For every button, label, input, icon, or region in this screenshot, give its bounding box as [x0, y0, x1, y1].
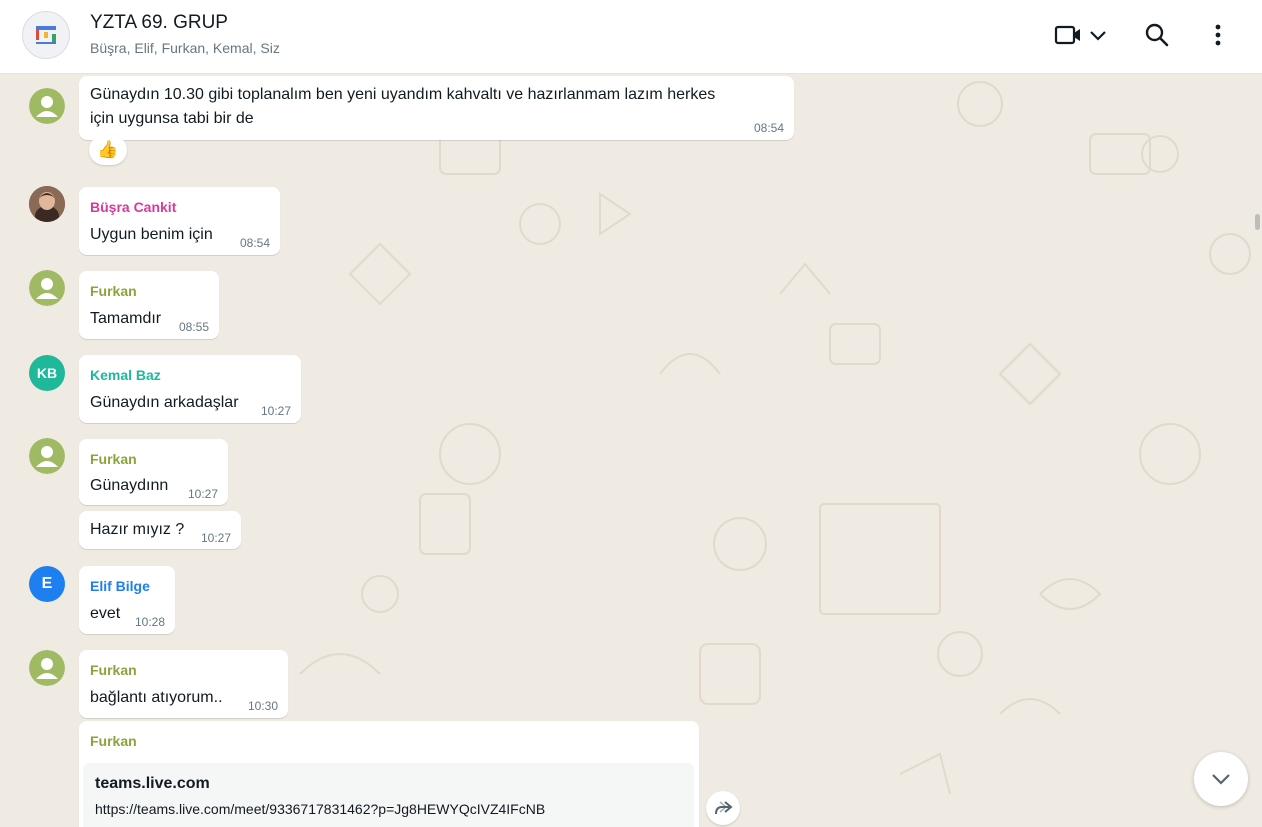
- message-text: Uygun benim için: [90, 226, 213, 243]
- message-text: Hazır mıyız ?: [90, 521, 185, 538]
- message-time: 10:30: [247, 699, 278, 713]
- message-time: 08:54: [753, 121, 784, 135]
- avatar[interactable]: KB: [29, 355, 65, 391]
- sender-name[interactable]: Furkan: [90, 283, 137, 299]
- link-preview-url[interactable]: https://teams.live.com/meet/933671783146…: [95, 801, 545, 817]
- chevron-down-icon: [1090, 31, 1106, 41]
- group-avatar[interactable]: [22, 11, 70, 59]
- default-avatar-icon: [29, 438, 65, 474]
- default-avatar-icon: [29, 650, 65, 686]
- profile-photo-icon: [29, 186, 65, 222]
- message-time: 10:27: [187, 487, 218, 501]
- video-call-button[interactable]: [1050, 18, 1112, 52]
- scroll-to-bottom-button[interactable]: [1194, 752, 1248, 806]
- forward-icon: [715, 801, 733, 815]
- message-text: Tamamdır: [90, 310, 162, 327]
- link-preview-title[interactable]: teams.live.com: [95, 775, 210, 793]
- message-text: bağlantı atıyorum..: [90, 689, 223, 706]
- message-bubble[interactable]: Büşra Cankit Uygun benim için 08:54: [79, 187, 280, 255]
- chevron-down-icon: [1212, 774, 1230, 785]
- video-camera-icon: [1054, 25, 1080, 45]
- message-text: Günaydın arkadaşlar: [90, 394, 239, 411]
- message-time: 10:27: [200, 531, 231, 545]
- message-list[interactable]: Günaydın 10.30 gibi toplanalım ben yeni …: [0, 74, 1262, 827]
- chat-header: YZTA 69. GRUP Büşra, Elif, Furkan, Kemal…: [0, 0, 1262, 74]
- message-bubble[interactable]: Elif Bilge evet 10:28: [79, 566, 175, 634]
- message-time: 08:55: [178, 320, 209, 334]
- message-bubble[interactable]: Kemal Baz Günaydın arkadaşlar 10:27: [79, 355, 301, 423]
- sender-name[interactable]: Büşra Cankit: [90, 199, 176, 215]
- avatar[interactable]: [29, 186, 65, 222]
- sender-name[interactable]: Elif Bilge: [90, 578, 150, 594]
- default-avatar-icon: [29, 88, 65, 124]
- message-time: 10:27: [260, 404, 291, 418]
- message-time: 08:54: [239, 236, 270, 250]
- avatar[interactable]: [29, 438, 65, 474]
- sender-name[interactable]: Furkan: [90, 451, 137, 467]
- search-button[interactable]: [1140, 18, 1174, 52]
- message-bubble[interactable]: Hazır mıyız ? 10:27: [79, 511, 241, 549]
- sender-name[interactable]: Furkan: [90, 733, 137, 749]
- default-avatar-icon: [29, 270, 65, 306]
- message-text: için uygunsa tabi bir de: [90, 110, 254, 127]
- menu-button[interactable]: [1201, 18, 1235, 52]
- sender-name[interactable]: Kemal Baz: [90, 367, 161, 383]
- group-members[interactable]: Büşra, Elif, Furkan, Kemal, Siz: [90, 40, 280, 56]
- group-logo-icon: [36, 26, 56, 44]
- message-bubble[interactable]: Günaydın 10.30 gibi toplanalım ben yeni …: [79, 76, 794, 140]
- message-bubble[interactable]: Furkan teams.live.com https://teams.live…: [79, 721, 699, 827]
- message-time: 10:28: [134, 615, 165, 629]
- message-text: Günaydın 10.30 gibi toplanalım ben yeni …: [90, 86, 716, 103]
- avatar[interactable]: [29, 650, 65, 686]
- reaction-badge[interactable]: 👍: [89, 135, 127, 165]
- link-preview[interactable]: teams.live.com https://teams.live.com/me…: [83, 763, 694, 827]
- group-title[interactable]: YZTA 69. GRUP: [90, 12, 228, 34]
- avatar[interactable]: E: [29, 566, 65, 602]
- scrollbar[interactable]: [1255, 214, 1260, 230]
- avatar[interactable]: [29, 270, 65, 306]
- avatar[interactable]: [29, 88, 65, 124]
- menu-dots-icon: [1215, 24, 1221, 46]
- message-bubble[interactable]: Furkan bağlantı atıyorum.. 10:30: [79, 650, 288, 718]
- search-icon: [1145, 23, 1169, 47]
- sender-name[interactable]: Furkan: [90, 662, 137, 678]
- message-text: Günaydınn: [90, 477, 169, 494]
- message-text: evet: [90, 605, 121, 622]
- message-bubble[interactable]: Furkan Tamamdır 08:55: [79, 271, 219, 339]
- message-bubble[interactable]: Furkan Günaydınn 10:27: [79, 439, 228, 505]
- forward-button[interactable]: [706, 791, 740, 825]
